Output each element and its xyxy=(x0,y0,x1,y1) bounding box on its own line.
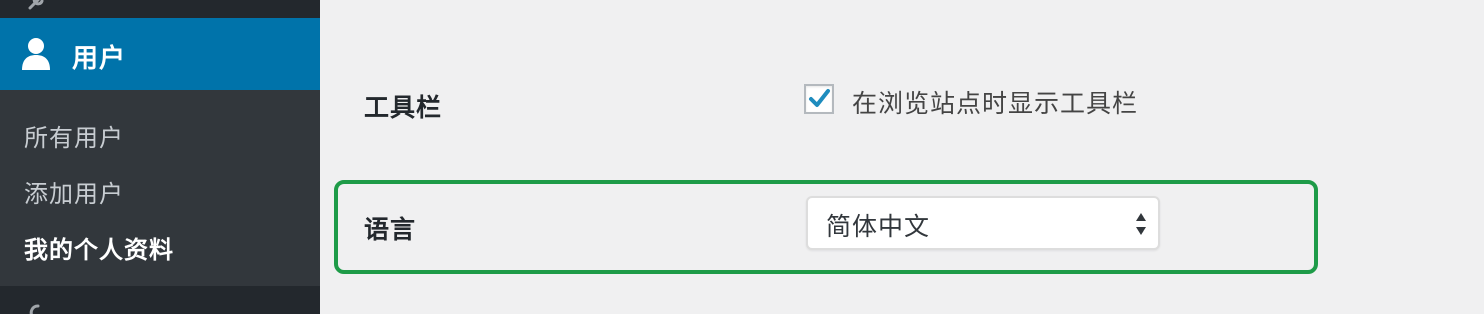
wrench-icon xyxy=(28,304,48,314)
submenu-item-add-user[interactable]: 添加用户 xyxy=(24,174,124,209)
language-select[interactable]: 简体中文 xyxy=(806,196,1160,250)
user-icon xyxy=(20,37,52,71)
show-toolbar-checkbox[interactable] xyxy=(804,84,834,114)
show-toolbar-label[interactable]: 在浏览站点时显示工具栏 xyxy=(852,84,1138,120)
sidebar-item-tools[interactable] xyxy=(0,286,320,314)
toolbar-label: 工具栏 xyxy=(364,93,443,122)
sidebar-item-label: 用户 xyxy=(72,44,127,74)
admin-sidebar: 用户 所有用户 添加用户 我的个人资料 xyxy=(0,0,320,314)
submenu-item-all-users[interactable]: 所有用户 xyxy=(24,118,124,153)
sidebar-item-previous[interactable] xyxy=(0,0,320,18)
language-select-value: 简体中文 xyxy=(826,212,931,241)
language-label: 语言 xyxy=(364,215,417,244)
checkmark-icon xyxy=(809,89,830,107)
submenu-item-my-profile[interactable]: 我的个人资料 xyxy=(24,230,174,265)
profile-settings: 工具栏 在浏览站点时显示工具栏 语言 简体中文 xyxy=(320,0,1484,314)
select-arrows-icon xyxy=(1134,210,1148,238)
wrench-icon xyxy=(26,0,46,12)
users-submenu: 所有用户 添加用户 我的个人资料 xyxy=(0,90,320,286)
sidebar-item-users[interactable]: 用户 xyxy=(0,18,320,90)
